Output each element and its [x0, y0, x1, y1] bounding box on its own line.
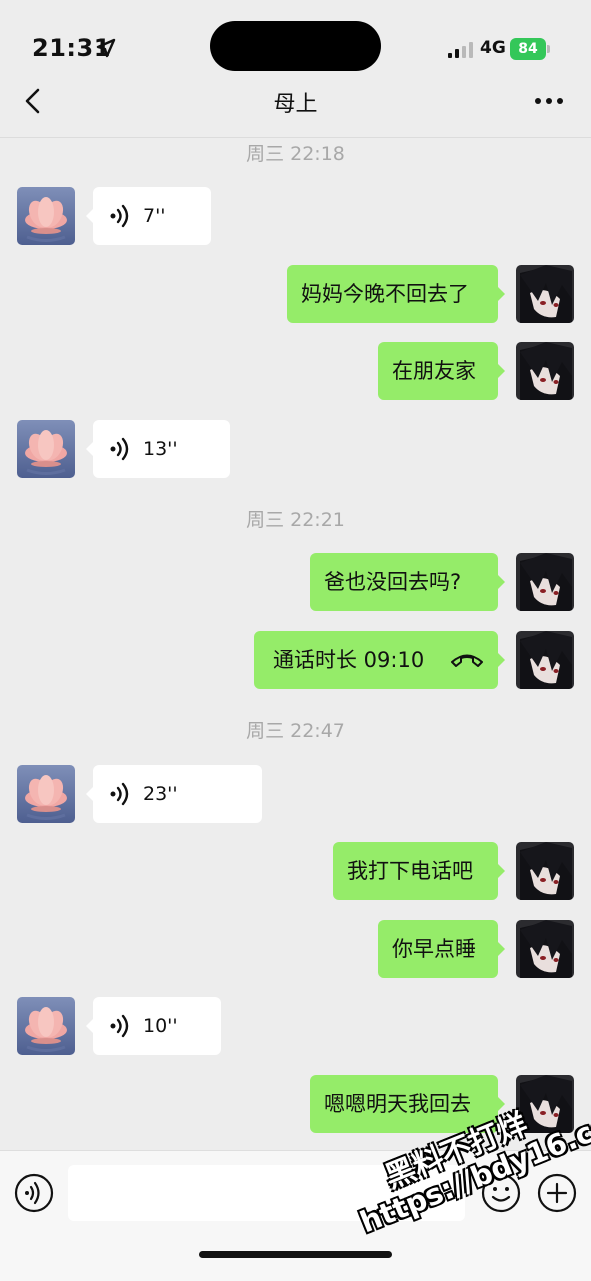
nav-divider [0, 137, 591, 138]
location-arrow-icon [96, 38, 116, 58]
my-avatar[interactable] [516, 920, 574, 978]
my-avatar[interactable] [516, 265, 574, 323]
voice-wave-icon [110, 204, 129, 228]
battery-charging-icon: 84 [510, 38, 546, 60]
voice-message-bubble[interactable]: 13'' [86, 420, 230, 478]
home-indicator[interactable] [199, 1251, 392, 1258]
voice-wave-icon [110, 782, 129, 806]
my-avatar[interactable] [516, 342, 574, 400]
my-avatar[interactable] [516, 842, 574, 900]
my-avatar[interactable] [516, 631, 574, 689]
outgoing-message-bubble[interactable]: 我打下电话吧 [333, 842, 505, 900]
timestamp: 周三 22:21 [246, 509, 345, 531]
voice-duration: 13'' [143, 438, 178, 460]
contact-avatar[interactable] [17, 420, 75, 478]
chat-title: 母上 [273, 92, 318, 117]
outgoing-message-bubble[interactable]: 在朋友家 [378, 342, 505, 400]
dynamic-island [210, 21, 381, 71]
voice-message-bubble[interactable]: 7'' [86, 187, 211, 245]
voice-message-bubble[interactable]: 10'' [86, 997, 221, 1055]
contact-avatar[interactable] [17, 765, 75, 823]
signal-icon [448, 42, 473, 58]
outgoing-message-bubble[interactable]: 妈妈今晚不回去了 [287, 265, 505, 323]
my-avatar[interactable] [516, 553, 574, 611]
voice-message-bubble[interactable]: 23'' [86, 765, 262, 823]
voice-duration: 10'' [143, 1015, 178, 1037]
call-duration-text: 通话时长 09:10 [273, 648, 425, 672]
timestamp: 周三 22:47 [246, 720, 345, 742]
more-icon[interactable] [532, 88, 566, 114]
network-type: 4G [480, 38, 506, 58]
timestamp: 周三 22:18 [246, 143, 345, 165]
voice-wave-icon [110, 1014, 129, 1038]
battery-level: 84 [518, 41, 538, 57]
contact-avatar[interactable] [17, 997, 75, 1055]
outgoing-message-bubble[interactable]: 爸也没回去吗? [310, 553, 505, 611]
outgoing-message-bubble[interactable]: 你早点睡 [378, 920, 505, 978]
phone-hangup-icon [450, 654, 483, 667]
voice-duration: 23'' [143, 783, 178, 805]
outgoing-message-bubble[interactable]: 嗯嗯明天我回去 [310, 1075, 505, 1133]
voice-duration: 7'' [143, 205, 166, 227]
call-record-bubble[interactable]: 通话时长 09:10 [254, 631, 505, 689]
voice-mode-icon[interactable] [14, 1173, 54, 1213]
plus-icon[interactable] [537, 1173, 577, 1213]
battery-nub [547, 45, 550, 53]
voice-wave-icon [110, 437, 129, 461]
contact-avatar[interactable] [17, 187, 75, 245]
status-bar: 21:31 4G 84 [0, 0, 591, 100]
